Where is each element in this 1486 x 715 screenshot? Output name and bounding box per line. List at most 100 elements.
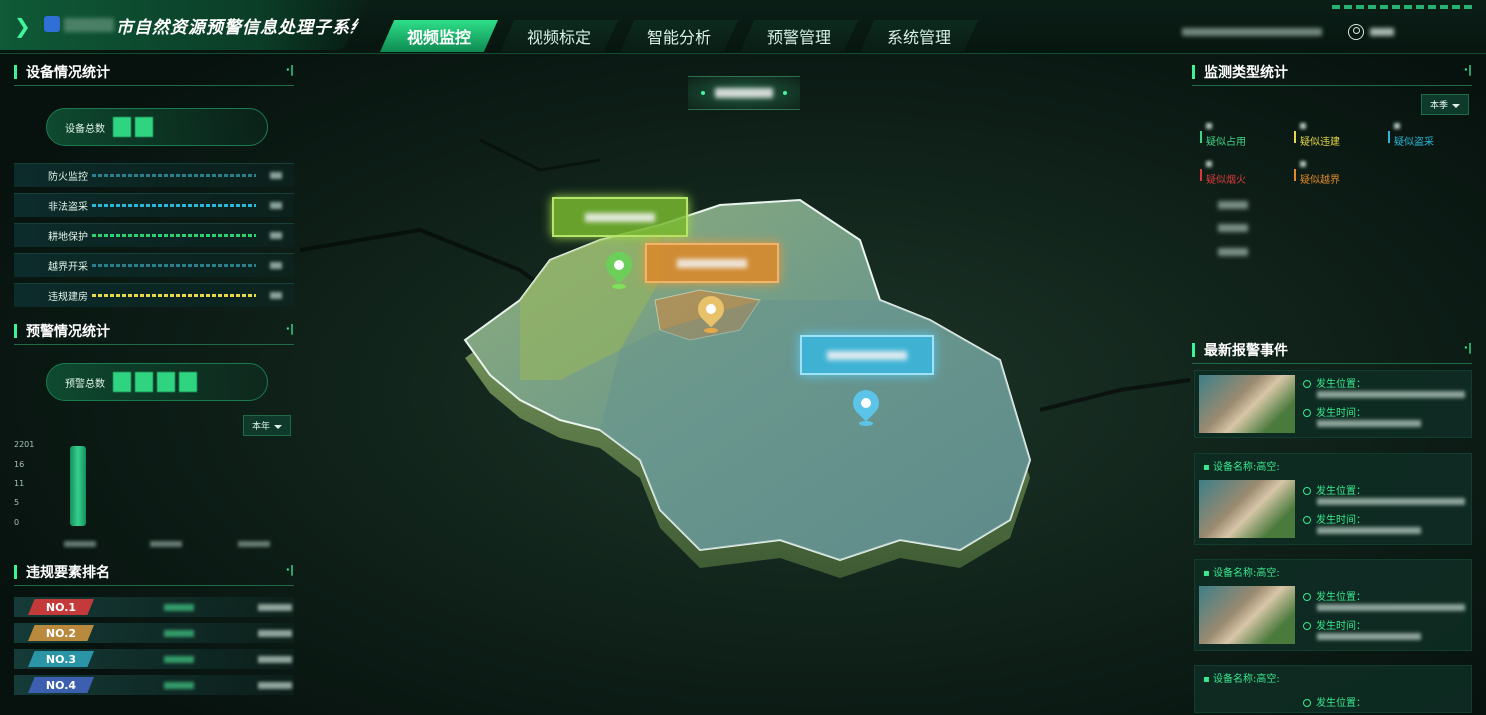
alert-location-value [1317,604,1465,611]
device-row-bar [92,264,256,267]
ranking-row: NO.4 [14,675,294,695]
alert-time-label: 发生时间： [1303,511,1366,526]
chevron-right-icon[interactable]: ❯ [14,14,31,38]
rank-badge: NO.4 [28,677,94,693]
type-summary-value [1218,248,1248,256]
ranking-row: NO.1 [14,597,294,617]
ranking-heading: 违规要素排名 ·| [14,562,294,586]
device-row: 违规建房 [14,283,294,307]
rank-item-value [258,629,292,637]
type-label: 疑似盗采 [1394,137,1434,148]
region-tag-orange[interactable] [645,243,779,283]
monitor-type-heading: 监测类型统计 ·| [1192,62,1472,86]
type-summary-value [1218,201,1248,209]
device-row-label: 违规建房 [48,292,88,303]
monitor-type-item: 疑似盗采 [1388,123,1434,148]
app-title: 市自然资源预警信息处理子系统 [116,18,368,38]
y-tick-label: 2201 [14,440,35,449]
city-name-redacted [64,18,114,32]
alert-device-name: ▪ 设备名称:高空: [1203,674,1280,685]
type-count [1206,161,1212,167]
clock-icon [1303,622,1311,630]
tab-video-calibration[interactable]: 视频标定 [500,20,618,52]
region-name-redacted [585,212,655,222]
alert-location-value [1317,391,1465,398]
type-count [1300,161,1306,167]
rank-item-name [164,603,194,611]
device-row-label: 耕地保护 [48,232,88,243]
device-label-text: 设备名称:高空: [1212,462,1280,473]
map-title-tag [688,76,800,110]
tab-alert-management[interactable]: 预警管理 [740,20,858,52]
alert-total-digit [135,372,153,392]
device-row-value [270,232,282,239]
alert-total-label: 预警总数 [65,378,105,390]
logo-icon [44,16,60,32]
rank-item-value [258,655,292,663]
time-label-text: 发生时间： [1316,621,1366,632]
region-tag-blue[interactable] [800,335,934,375]
device-row: 非法盗采 [14,193,294,217]
type-color-bar [1294,131,1296,143]
type-color-bar [1200,131,1202,143]
device-stats-heading: 设备情况统计 ·| [14,62,294,86]
alert-time-value [1317,633,1421,640]
type-label: 疑似烟火 [1206,175,1246,186]
device-row: 耕地保护 [14,223,294,247]
alert-device-name: ▪ 设备名称:高空: [1203,568,1280,579]
device-row-value [270,262,282,269]
title-banner: ❯ 市自然资源预警信息处理子系统 [0,0,372,50]
alert-snapshot[interactable] [1199,375,1295,433]
type-count [1394,123,1400,129]
tab-system-management[interactable]: 系统管理 [860,20,978,52]
device-total-digit [113,117,131,137]
clock-icon [1303,409,1311,417]
type-color-bar [1294,169,1296,181]
main-tabs: 视频监控 视频标定 智能分析 预警管理 系统管理 [380,20,980,52]
alert-card[interactable]: ▪ 设备名称:高空: 发生位置： 发生时间： [1194,453,1472,545]
device-stats-title: 设备情况统计 [26,65,110,81]
clock-icon [1303,516,1311,524]
rank-badge: NO.1 [28,599,94,615]
type-label: 疑似越界 [1300,175,1340,186]
device-row-value [270,292,282,299]
alert-total-digit [113,372,131,392]
alert-device-name: ▪ 设备名称:高空: [1203,462,1280,473]
x-tick-label [238,541,270,547]
rank-item-value [258,603,292,611]
device-label-text: 设备名称:高空: [1212,568,1280,579]
alert-time-value [1317,527,1421,534]
device-row: 防火监控 [14,163,294,187]
alert-snapshot[interactable] [1199,480,1295,538]
alert-card[interactable]: ▪ 设备名称:高空: 发生位置： [1194,665,1472,713]
location-label-text: 发生位置： [1316,486,1366,497]
device-row-value [270,202,282,209]
heading-marker-icon: ·| [1463,63,1472,76]
region-tag-green[interactable] [552,197,688,237]
alert-bar[interactable] [70,446,86,526]
monitor-type-item: 疑似占用 [1200,123,1246,148]
device-row-bar [92,204,256,207]
alert-card[interactable]: 发生位置： 发生时间： [1194,370,1472,438]
user-icon[interactable] [1348,24,1364,40]
device-row-value [270,172,282,179]
rank-item-value [258,681,292,689]
tab-smart-analysis[interactable]: 智能分析 [620,20,738,52]
rank-badge: NO.3 [28,651,94,667]
ranking-row: NO.3 [14,649,294,669]
alert-period-select[interactable]: 本年 [243,415,292,436]
alert-card[interactable]: ▪ 设备名称:高空: 发生位置： 发生时间： [1194,559,1472,651]
tab-video-monitor[interactable]: 视频监控 [380,20,498,52]
type-count [1206,123,1212,129]
username-redacted[interactable] [1370,28,1394,36]
monitor-period-select[interactable]: 本季 [1421,94,1470,115]
alert-snapshot[interactable] [1199,586,1295,644]
device-row-bar [92,294,256,297]
alert-location-label: 发生位置： [1303,694,1366,709]
latest-alerts-heading: 最新报警事件 ·| [1192,340,1472,364]
type-label: 疑似占用 [1206,137,1246,148]
device-total-label: 设备总数 [65,123,105,135]
tag-dot-icon [701,91,705,95]
alert-total-digit [157,372,175,392]
device-row-bar [92,234,256,237]
